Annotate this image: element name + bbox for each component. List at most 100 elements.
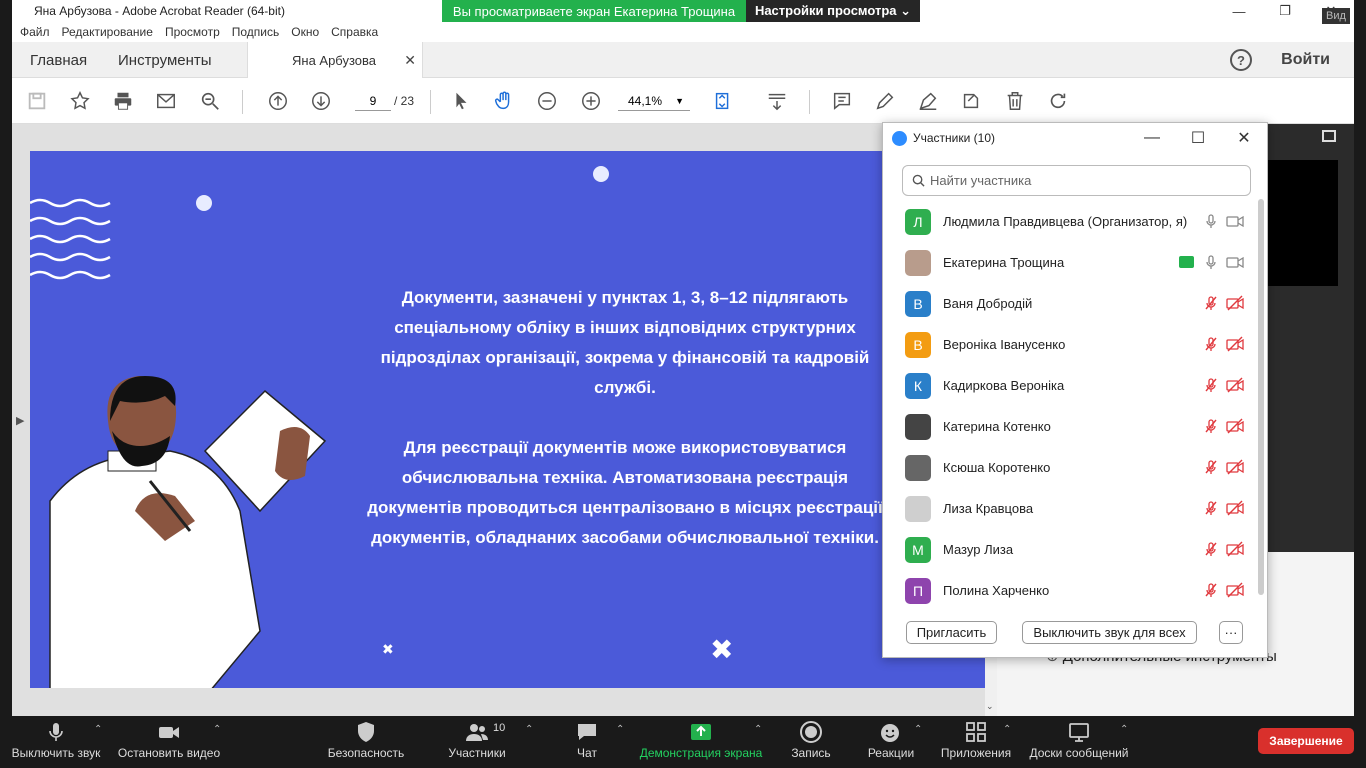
chevron-up-icon[interactable]: ⌃: [1120, 724, 1128, 735]
video-camera-icon[interactable]: [1226, 254, 1244, 270]
man-illustration: [49, 376, 327, 688]
restore-icon[interactable]: ❐: [1262, 0, 1308, 22]
zoom-in-icon[interactable]: [578, 88, 604, 114]
video-off-icon[interactable]: [1226, 336, 1244, 352]
email-icon[interactable]: [153, 88, 179, 114]
save-icon[interactable]: [24, 88, 50, 114]
participant-row[interactable]: Екатерина Трощина: [883, 242, 1259, 283]
muted-microphone-icon[interactable]: [1203, 377, 1219, 393]
video-off-icon[interactable]: [1226, 377, 1244, 393]
chevron-up-icon[interactable]: ⌃: [94, 724, 102, 735]
print-icon[interactable]: [110, 88, 136, 114]
draw-pen-icon[interactable]: [915, 88, 941, 114]
page-up-icon[interactable]: [265, 88, 291, 114]
help-icon[interactable]: ?: [1230, 49, 1252, 71]
participant-row[interactable]: К Кадиркова Вероніка: [883, 365, 1259, 406]
participant-row[interactable]: Л Людмила Правдивцева (Организатор, я): [883, 201, 1259, 242]
muted-microphone-icon[interactable]: [1203, 459, 1219, 475]
layout-icon[interactable]: [1322, 130, 1336, 142]
cross-decoration: ✖: [382, 641, 394, 657]
chevron-up-icon[interactable]: ⌃: [1003, 724, 1011, 735]
scroll-mode-icon[interactable]: [764, 88, 790, 114]
fit-page-icon[interactable]: [710, 88, 736, 114]
video-off-icon[interactable]: [1226, 582, 1244, 598]
muted-microphone-icon[interactable]: [1203, 582, 1219, 598]
chevron-up-icon[interactable]: ⌃: [754, 724, 762, 735]
record-button[interactable]: Запись: [787, 716, 835, 768]
scroll-down-icon[interactable]: ⌄: [986, 701, 994, 712]
maximize-icon[interactable]: ☐: [1175, 123, 1221, 153]
muted-microphone-icon[interactable]: [1203, 336, 1219, 352]
chevron-up-icon[interactable]: ⌃: [616, 724, 624, 735]
avatar: [905, 455, 931, 481]
muted-microphone-icon[interactable]: [1203, 295, 1219, 311]
tab-close-icon[interactable]: ✕: [404, 52, 416, 69]
chevron-right-icon[interactable]: ▶: [16, 414, 24, 427]
menu-file[interactable]: Файл: [20, 25, 50, 39]
participant-list-scrollbar[interactable]: [1258, 199, 1264, 595]
microphone-icon[interactable]: [1203, 254, 1219, 270]
menu-window[interactable]: Окно: [291, 25, 319, 39]
highlight-pen-icon[interactable]: [872, 88, 898, 114]
video-camera-icon[interactable]: [1226, 213, 1244, 229]
mute-button[interactable]: Выключить звук: [10, 716, 102, 768]
participant-row[interactable]: Лиза Кравцова: [883, 488, 1259, 529]
menu-help[interactable]: Справка: [331, 25, 378, 39]
video-off-icon[interactable]: [1226, 541, 1244, 557]
mute-all-button[interactable]: Выключить звук для всех: [1022, 621, 1197, 644]
tab-home[interactable]: Главная: [30, 42, 87, 78]
close-icon[interactable]: ✕: [1221, 123, 1267, 153]
video-off-icon[interactable]: [1226, 459, 1244, 475]
end-meeting-button[interactable]: Завершение: [1258, 728, 1354, 754]
muted-microphone-icon[interactable]: [1203, 418, 1219, 434]
zoom-level-dropdown[interactable]: 44,1% ▼: [618, 91, 690, 111]
participant-row[interactable]: В Ваня Добродій: [883, 283, 1259, 324]
chat-button[interactable]: Чат: [571, 716, 603, 768]
tab-document[interactable]: Яна Арбузова ✕: [247, 42, 423, 78]
comment-icon[interactable]: [829, 88, 855, 114]
microphone-icon[interactable]: [1203, 213, 1219, 229]
stamp-icon[interactable]: [958, 88, 984, 114]
participant-row[interactable]: Ксюша Коротенко: [883, 447, 1259, 488]
video-off-icon[interactable]: [1226, 418, 1244, 434]
bookmark-star-icon[interactable]: [67, 88, 93, 114]
participant-row[interactable]: П Полина Харченко: [883, 570, 1259, 611]
participant-row[interactable]: М Мазур Лиза: [883, 529, 1259, 570]
view-button[interactable]: Вид: [1322, 8, 1350, 24]
document-viewport[interactable]: ▶ Документи, зазначені у пунктах 1, 3, 8…: [12, 124, 997, 716]
hand-tool-icon[interactable]: [491, 88, 517, 114]
page-number-input[interactable]: 9: [355, 91, 391, 111]
whiteboards-button[interactable]: Доски сообщений: [1027, 716, 1131, 768]
menu-sign[interactable]: Подпись: [232, 25, 280, 39]
minimize-icon[interactable]: —: [1129, 123, 1175, 153]
reactions-button[interactable]: Реакции: [864, 716, 918, 768]
menu-view[interactable]: Просмотр: [165, 25, 220, 39]
delete-icon[interactable]: [1002, 88, 1028, 114]
chevron-up-icon[interactable]: ⌃: [525, 724, 533, 735]
page-down-icon[interactable]: [308, 88, 334, 114]
zoom-out-icon[interactable]: [534, 88, 560, 114]
participant-row[interactable]: Катерина Котенко: [883, 406, 1259, 447]
muted-microphone-icon[interactable]: [1203, 500, 1219, 516]
select-cursor-icon[interactable]: [448, 88, 474, 114]
tab-tools[interactable]: Инструменты: [118, 42, 212, 78]
participant-row[interactable]: В Вероніка Іванусенко: [883, 324, 1259, 365]
share-screen-button[interactable]: Демонстрация экрана: [638, 716, 764, 768]
muted-microphone-icon[interactable]: [1203, 541, 1219, 557]
rotate-icon[interactable]: [1045, 88, 1071, 114]
chevron-up-icon[interactable]: ⌃: [213, 724, 221, 735]
chevron-up-icon[interactable]: ⌃: [914, 724, 922, 735]
security-button[interactable]: Безопасность: [326, 716, 406, 768]
stop-video-button[interactable]: Остановить видео: [117, 716, 221, 768]
more-options-button[interactable]: ···: [1219, 621, 1243, 644]
login-button[interactable]: Войти: [1281, 51, 1330, 69]
invite-button[interactable]: Пригласить: [906, 621, 997, 644]
menu-edit[interactable]: Редактирование: [62, 25, 153, 39]
zoom-search-icon[interactable]: [197, 88, 223, 114]
view-options-button[interactable]: Настройки просмотра ⌄: [746, 0, 920, 22]
video-off-icon[interactable]: [1226, 295, 1244, 311]
participant-search-input[interactable]: Найти участника: [902, 165, 1251, 196]
video-off-icon[interactable]: [1226, 500, 1244, 516]
minimize-icon[interactable]: —: [1216, 0, 1262, 22]
stop-video-label: Остановить видео: [117, 746, 221, 760]
